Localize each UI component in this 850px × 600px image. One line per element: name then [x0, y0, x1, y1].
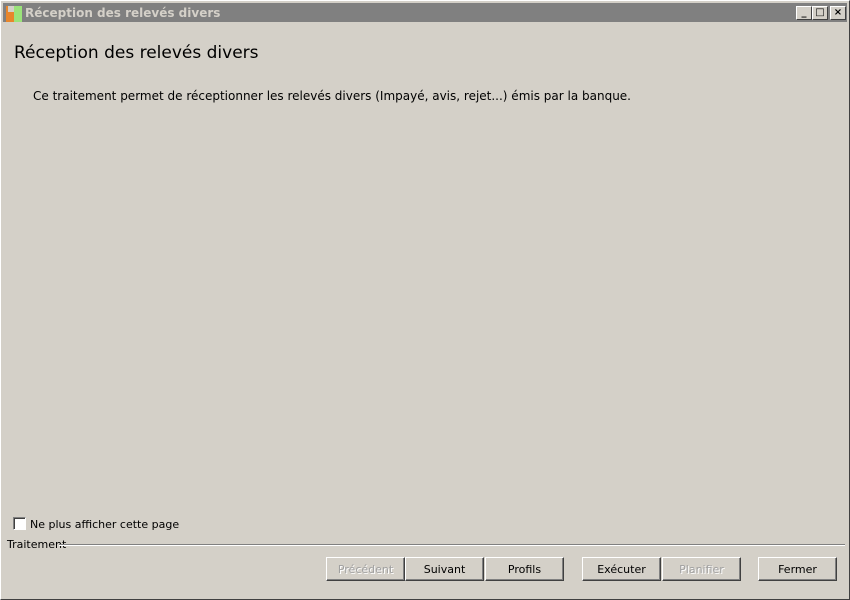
section-label-traitement: Traitement: [7, 538, 67, 551]
page-title: Réception des relevés divers: [14, 43, 259, 63]
fermer-button[interactable]: Fermer: [758, 557, 837, 581]
minimize-button[interactable]: _: [796, 6, 812, 20]
app-icon: [6, 6, 22, 22]
profils-button[interactable]: Profils: [485, 557, 564, 581]
title-bar[interactable]: Réception des relevés divers _ □ ×: [3, 3, 847, 22]
executer-button[interactable]: Exécuter: [582, 557, 661, 581]
dialog-window: Réception des relevés divers _ □ × Récep…: [0, 0, 850, 600]
planifier-button[interactable]: Planifier: [662, 557, 741, 581]
suivant-button[interactable]: Suivant: [405, 557, 484, 581]
precedent-button[interactable]: Précédent: [326, 557, 405, 581]
page-description: Ce traitement permet de réceptionner les…: [33, 89, 631, 103]
dont-show-again-label[interactable]: Ne plus afficher cette page: [30, 518, 179, 531]
window-title: Réception des relevés divers: [25, 6, 221, 20]
dont-show-again-checkbox[interactable]: [13, 517, 26, 530]
close-button[interactable]: ×: [830, 6, 846, 20]
maximize-button[interactable]: □: [812, 6, 828, 20]
section-divider: [59, 544, 845, 546]
